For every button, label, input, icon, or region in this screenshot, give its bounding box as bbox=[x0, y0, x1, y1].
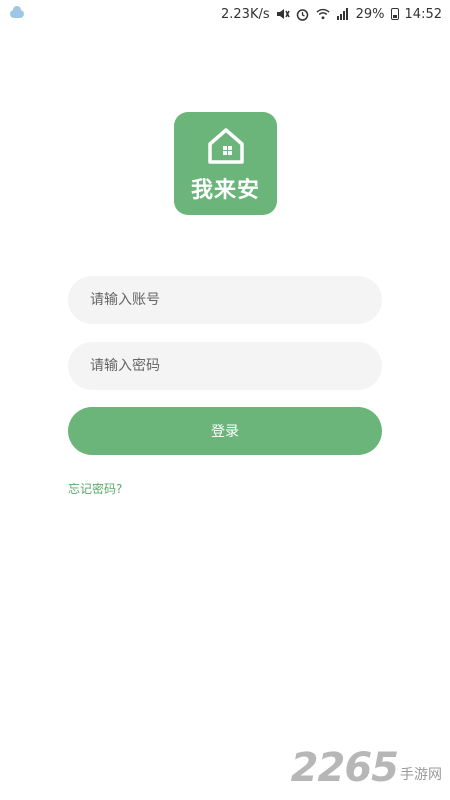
alarm-icon bbox=[296, 8, 310, 21]
battery-percent: 29% bbox=[355, 6, 385, 22]
logo-text: 我来安 bbox=[190, 178, 260, 203]
battery-icon bbox=[390, 8, 399, 20]
cloud-icon bbox=[10, 6, 24, 18]
status-right: 2.23K/s 29% 14:52 bbox=[221, 7, 442, 22]
signal-icon bbox=[336, 8, 350, 20]
network-speed: 2.23K/s bbox=[221, 6, 270, 22]
password-input[interactable] bbox=[68, 342, 382, 390]
login-button[interactable]: 登录 bbox=[68, 407, 382, 455]
wifi-icon bbox=[316, 8, 330, 20]
house-icon bbox=[204, 126, 248, 170]
status-left bbox=[8, 6, 24, 18]
watermark: 2265 手游网 bbox=[291, 748, 442, 788]
status-bar: 2.23K/s 29% 14:52 bbox=[0, 0, 450, 28]
watermark-number: 2265 bbox=[290, 745, 399, 791]
mute-icon bbox=[276, 8, 290, 20]
forgot-password-link[interactable]: 忘记密码? bbox=[68, 480, 122, 497]
watermark-text: 手游网 bbox=[400, 767, 442, 783]
clock: 14:52 bbox=[404, 6, 442, 22]
account-input[interactable] bbox=[68, 276, 382, 324]
app-logo: 我来安 bbox=[174, 112, 277, 215]
